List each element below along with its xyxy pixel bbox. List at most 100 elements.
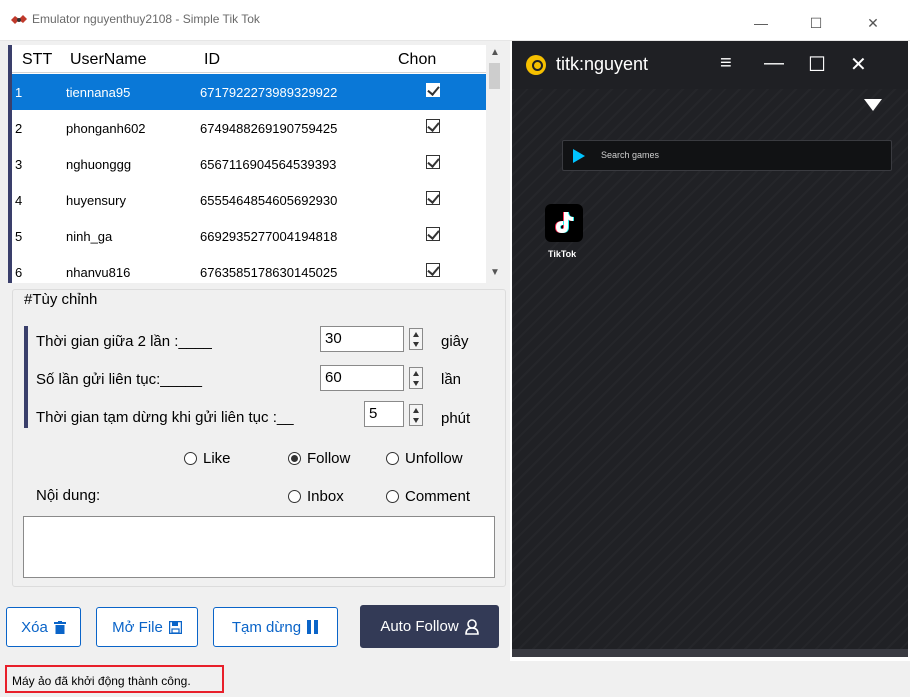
pause-label: Thời gian tạm dừng khi gửi liên tục :__ bbox=[36, 409, 294, 426]
user-grid[interactable]: STT UserName ID Chon 1 tiennana95 671792… bbox=[8, 45, 500, 283]
tiktok-app-label: TikTok bbox=[548, 249, 577, 259]
cell-stt: 1 bbox=[15, 85, 23, 100]
interval-input[interactable]: 30 bbox=[320, 326, 404, 352]
row-checkbox[interactable] bbox=[426, 227, 440, 241]
row-checkbox[interactable] bbox=[426, 155, 440, 169]
delete-button-label: Xóa bbox=[21, 618, 48, 636]
cell-stt: 6 bbox=[15, 265, 23, 280]
auto-follow-button[interactable]: Auto Follow bbox=[360, 605, 499, 648]
emulator-title-bar: titk:nguyent ≡ — ☐ ✕ bbox=[512, 41, 908, 89]
cell-stt: 2 bbox=[15, 121, 23, 136]
column-username[interactable]: UserName bbox=[70, 51, 146, 69]
radio-like[interactable]: Like bbox=[184, 450, 231, 467]
cell-stt: 5 bbox=[15, 229, 23, 244]
radio-comment[interactable]: Comment bbox=[386, 488, 470, 505]
scroll-up-icon[interactable]: ▲ bbox=[490, 47, 500, 58]
delete-button[interactable]: Xóa bbox=[6, 607, 81, 647]
interval-spinner[interactable] bbox=[409, 328, 423, 350]
search-games-bar[interactable]: Search games bbox=[562, 140, 892, 171]
emulator-panel: titk:nguyent ≡ — ☐ ✕ Search games TikTok bbox=[512, 41, 908, 657]
settings-accent-bar bbox=[24, 326, 28, 428]
status-message: Máy ảo đã khởi động thành công. bbox=[5, 665, 224, 693]
radio-comment-indicator bbox=[386, 490, 399, 503]
radio-like-label: Like bbox=[203, 450, 231, 467]
table-row[interactable]: 6 nhanvu816 6763585178630145025 bbox=[12, 254, 486, 283]
column-stt[interactable]: STT bbox=[22, 51, 52, 69]
radio-inbox[interactable]: Inbox bbox=[288, 488, 344, 505]
count-unit: lần bbox=[441, 371, 462, 388]
menu-icon[interactable]: ≡ bbox=[720, 52, 732, 75]
radio-follow[interactable]: Follow bbox=[288, 450, 350, 467]
row-checkbox[interactable] bbox=[426, 263, 440, 277]
cell-id: 6567116904564539393 bbox=[200, 157, 337, 172]
column-id[interactable]: ID bbox=[204, 51, 220, 69]
cell-id: 6555464854605692930 bbox=[200, 193, 338, 208]
left-panel: STT UserName ID Chon 1 tiennana95 671792… bbox=[0, 41, 510, 661]
auto-follow-button-label: Auto Follow bbox=[380, 618, 459, 635]
cell-id: 6749488269190759425 bbox=[200, 121, 338, 136]
radio-unfollow[interactable]: Unfollow bbox=[386, 450, 463, 467]
radio-inbox-label: Inbox bbox=[307, 488, 344, 505]
emulator-screen[interactable]: Search games TikTok bbox=[512, 89, 908, 649]
save-icon bbox=[168, 620, 182, 634]
pause-button[interactable]: Tạm dừng bbox=[213, 607, 338, 647]
open-file-button[interactable]: Mở File bbox=[96, 607, 198, 647]
count-spinner[interactable] bbox=[409, 367, 423, 389]
emulator-bottom-bar bbox=[512, 649, 908, 657]
radio-unfollow-label: Unfollow bbox=[405, 450, 463, 467]
radio-like-indicator bbox=[184, 452, 197, 465]
window-title: Emulator nguyenthuy2108 - Simple Tik Tok bbox=[32, 12, 260, 26]
tiktok-note-icon bbox=[555, 212, 574, 233]
cell-username: huyensury bbox=[66, 193, 126, 208]
pause-button-label: Tạm dừng bbox=[231, 618, 302, 636]
radio-follow-indicator bbox=[288, 452, 301, 465]
radio-inbox-indicator bbox=[288, 490, 301, 503]
cell-id: 6692935277004194818 bbox=[200, 229, 338, 244]
emulator-maximize-icon[interactable]: ☐ bbox=[808, 52, 826, 77]
search-games-placeholder: Search games bbox=[601, 150, 660, 160]
row-checkbox[interactable] bbox=[426, 83, 440, 97]
user-icon bbox=[464, 618, 479, 635]
radio-follow-label: Follow bbox=[307, 450, 351, 467]
radio-unfollow-indicator bbox=[386, 452, 399, 465]
table-row[interactable]: 4 huyensury 6555464854605692930 bbox=[12, 182, 486, 218]
table-row[interactable]: 2 phonganh602 6749488269190759425 bbox=[12, 110, 486, 146]
grid-header: STT UserName ID Chon bbox=[12, 45, 486, 73]
content-label: Nội dung: bbox=[36, 487, 101, 504]
play-store-icon bbox=[573, 149, 585, 163]
interval-label: Thời gian giữa 2 lần :____ bbox=[36, 333, 212, 350]
grid-scrollbar[interactable]: ▲ ▼ bbox=[486, 45, 500, 283]
emulator-title: titk:nguyent bbox=[556, 54, 649, 74]
pause-input[interactable]: 5 bbox=[364, 401, 404, 427]
pause-unit: phút bbox=[441, 410, 471, 427]
cell-stt: 4 bbox=[15, 193, 23, 208]
emulator-minimize-icon[interactable]: — bbox=[764, 52, 784, 75]
minimize-button[interactable]: — bbox=[738, 8, 784, 38]
emulator-close-icon[interactable]: ✕ bbox=[850, 52, 867, 77]
scroll-down-icon[interactable]: ▼ bbox=[490, 267, 500, 278]
count-input[interactable]: 60 bbox=[320, 365, 404, 391]
tiktok-app-icon[interactable] bbox=[545, 204, 583, 242]
maximize-button[interactable]: ☐ bbox=[793, 8, 839, 38]
close-button[interactable]: ✕ bbox=[850, 8, 896, 38]
row-checkbox[interactable] bbox=[426, 191, 440, 205]
column-chon[interactable]: Chon bbox=[398, 51, 436, 69]
status-bar: Máy ảo đã khởi động thành công. bbox=[0, 661, 910, 697]
wifi-icon bbox=[864, 99, 882, 111]
pause-icon bbox=[307, 620, 319, 634]
table-row[interactable]: 1 tiennana95 6717922273989329922 bbox=[12, 74, 486, 110]
table-row[interactable]: 5 ninh_ga 6692935277004194818 bbox=[12, 218, 486, 254]
scroll-thumb[interactable] bbox=[489, 63, 500, 89]
content-textarea[interactable] bbox=[23, 516, 495, 578]
pause-spinner[interactable] bbox=[409, 404, 423, 426]
cell-id: 6763585178630145025 bbox=[200, 265, 338, 280]
interval-unit: giây bbox=[441, 333, 469, 350]
cell-username: ninh_ga bbox=[66, 229, 113, 244]
table-row[interactable]: 3 nghuonggg 6567116904564539393 bbox=[12, 146, 486, 182]
cell-username: nhanvu816 bbox=[66, 265, 131, 280]
title-bar: Emulator nguyenthuy2108 - Simple Tik Tok… bbox=[0, 0, 910, 40]
cell-stt: 3 bbox=[15, 157, 23, 172]
ldplayer-logo-icon bbox=[526, 55, 546, 75]
settings-title: #Tùy chỉnh bbox=[22, 291, 100, 308]
row-checkbox[interactable] bbox=[426, 119, 440, 133]
